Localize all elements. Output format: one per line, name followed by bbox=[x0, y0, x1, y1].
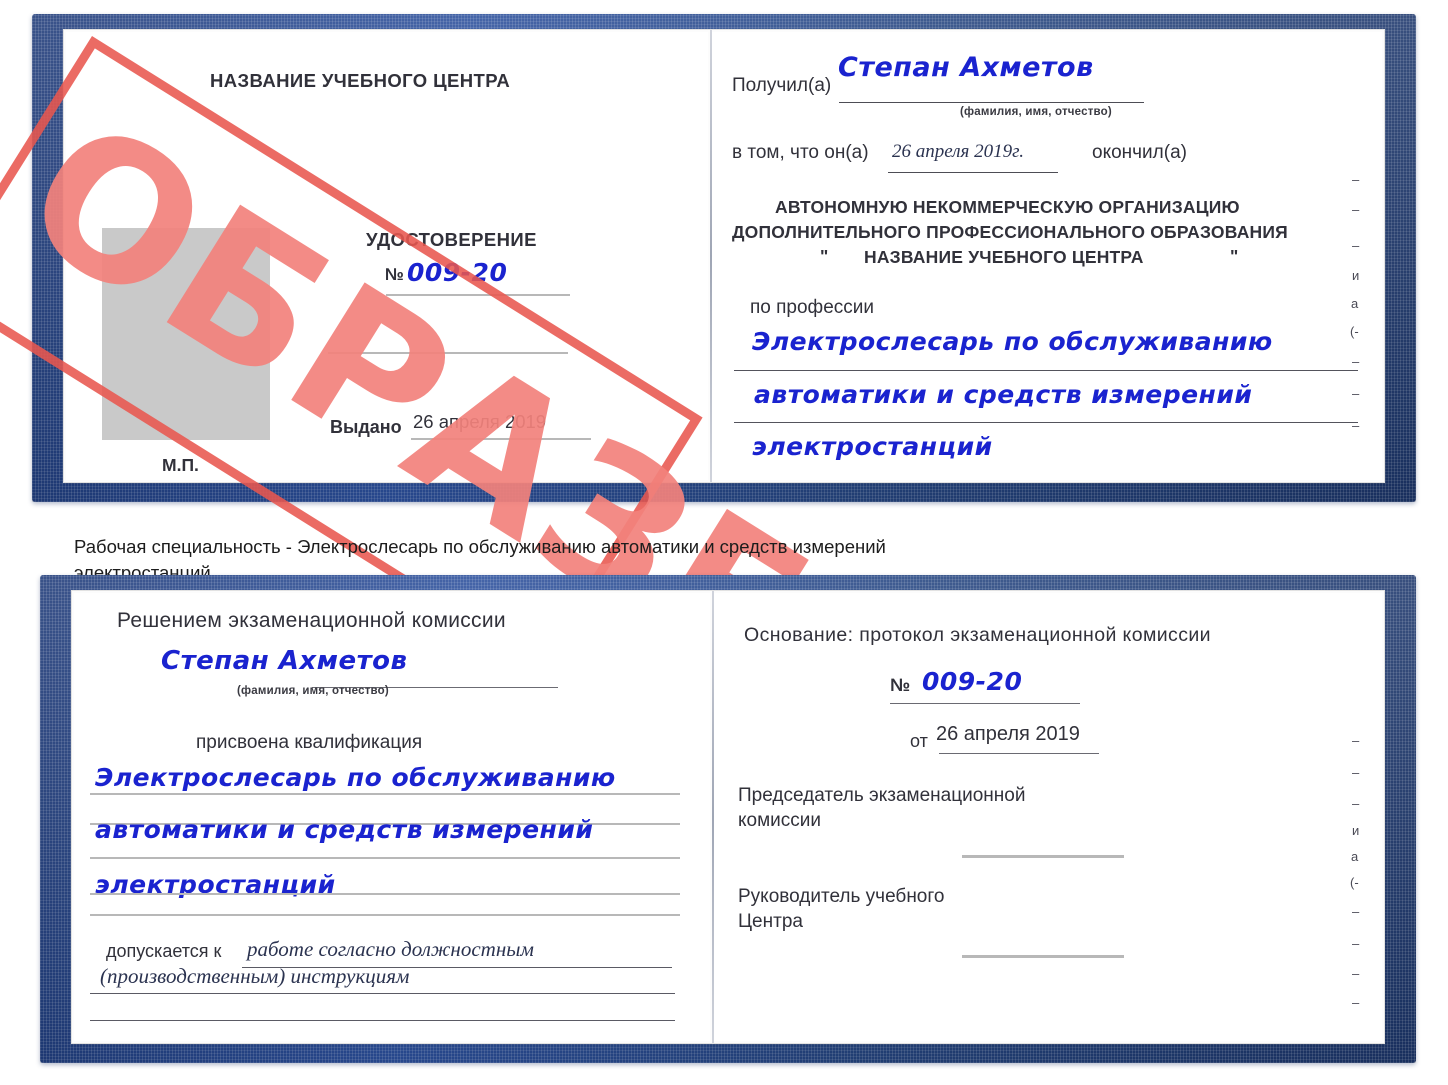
front-margin-mark-6: – bbox=[1352, 354, 1360, 369]
front-margin-mark-7: – bbox=[1352, 386, 1360, 401]
front-margin-mark-1: – bbox=[1352, 202, 1360, 217]
front-left-number-label: № bbox=[385, 265, 404, 284]
back-left-admitted-value1: работе согласно должностным bbox=[247, 937, 534, 961]
front-right-date-rule bbox=[888, 172, 1058, 173]
front-right-profession-line3: электростанций bbox=[752, 432, 993, 461]
front-right-received-label: Получил(а) bbox=[732, 75, 832, 96]
front-right-org-line2: ДОПОЛНИТЕЛЬНОГО ПРОФЕССИОНАЛЬНОГО ОБРАЗО… bbox=[732, 222, 1288, 242]
back-left-admitted-value2: (производственным) инструкциям bbox=[100, 964, 410, 988]
front-right-org-quote-open: " bbox=[820, 246, 829, 266]
back-margin-mark-6: – bbox=[1352, 904, 1360, 919]
back-left-qualification-line2: автоматики и средств измерений bbox=[95, 815, 594, 844]
front-left-issued-label: Выдано bbox=[330, 417, 402, 437]
front-margin-mark-0: – bbox=[1352, 172, 1360, 187]
back-margin-mark-8: – bbox=[1352, 966, 1360, 981]
front-right-received-rule bbox=[839, 102, 1144, 103]
front-left-center-name: НАЗВАНИЕ УЧЕБНОГО ЦЕНТРА bbox=[210, 70, 511, 91]
certificate-front-left-page: НАЗВАНИЕ УЧЕБНОГО ЦЕНТРА УДОСТОВЕРЕНИЕ №… bbox=[66, 32, 708, 480]
front-margin-mark-5: (- bbox=[1350, 324, 1359, 339]
back-margin-mark-4: а bbox=[1351, 849, 1359, 864]
front-margin-mark-8: – bbox=[1352, 418, 1360, 433]
front-right-profession-rule2 bbox=[734, 422, 1358, 423]
photo-placeholder bbox=[102, 228, 270, 440]
certificate-back-right-page: Основание: протокол экзаменационной коми… bbox=[714, 593, 1382, 1041]
front-left-blank-rule bbox=[328, 352, 568, 354]
back-left-fio-hint: (фамилия, имя, отчество) bbox=[237, 685, 389, 697]
back-margin-mark-2: – bbox=[1352, 796, 1360, 811]
back-right-number-value: 009-20 bbox=[922, 667, 1023, 696]
front-margin-mark-4: а bbox=[1351, 296, 1359, 311]
back-left-admitted-label: допускается к bbox=[106, 941, 222, 961]
back-right-head-line1: Руководитель учебного bbox=[738, 886, 945, 907]
back-left-admitted-rule-3 bbox=[90, 1020, 675, 1021]
front-right-org-line3: НАЗВАНИЕ УЧЕБНОГО ЦЕНТРА bbox=[864, 247, 1144, 267]
front-margin-mark-3: и bbox=[1352, 268, 1360, 283]
front-right-date-value: 26 апреля 2019г. bbox=[892, 141, 1024, 162]
caption-line-1: Рабочая специальность - Электрослесарь п… bbox=[74, 536, 886, 557]
back-left-name-value: Степан Ахметов bbox=[161, 646, 408, 676]
back-right-from-label: от bbox=[910, 731, 928, 751]
front-right-profession-line1: Электрослесарь по обслуживанию bbox=[752, 327, 1273, 356]
front-right-fio-hint: (фамилия, имя, отчество) bbox=[960, 106, 1112, 118]
back-right-from-value: 26 апреля 2019 bbox=[936, 723, 1080, 745]
back-right-number-rule bbox=[890, 703, 1080, 704]
front-left-number-value: 009-20 bbox=[407, 258, 508, 287]
screenshot-root: НАЗВАНИЕ УЧЕБНОГО ЦЕНТРА УДОСТОВЕРЕНИЕ №… bbox=[0, 0, 1448, 1085]
front-right-in-that-label: в том, что он(а) bbox=[732, 142, 869, 163]
back-margin-mark-7: – bbox=[1352, 936, 1360, 951]
front-left-issued-rule bbox=[411, 438, 591, 440]
back-right-chairman-line2: комиссии bbox=[738, 810, 821, 831]
back-margin-mark-1: – bbox=[1352, 765, 1360, 780]
back-margin-mark-5: (- bbox=[1350, 875, 1359, 890]
front-left-doc-type: УДОСТОВЕРЕНИЕ bbox=[366, 229, 537, 250]
back-right-chairman-sign-rule bbox=[962, 855, 1124, 858]
front-right-finished-label: окончил(а) bbox=[1092, 142, 1187, 163]
back-left-qualification-label: присвоена квалификация bbox=[196, 732, 423, 753]
back-right-head-line2: Центра bbox=[738, 911, 803, 932]
back-right-from-rule bbox=[939, 753, 1099, 754]
front-margin-mark-2: – bbox=[1352, 238, 1360, 253]
front-left-issued-value: 26 апреля 2019 bbox=[413, 411, 547, 432]
back-left-q-rule-1 bbox=[90, 793, 680, 795]
back-left-q-rule-4 bbox=[90, 893, 680, 895]
front-left-number-rule bbox=[386, 294, 570, 296]
back-margin-mark-9: – bbox=[1352, 995, 1360, 1010]
front-right-received-value: Степан Ахметов bbox=[838, 52, 1094, 83]
certificate-back-left-page: Решением экзаменационной комиссии Степан… bbox=[74, 593, 710, 1041]
back-left-admitted-rule-2 bbox=[90, 993, 675, 994]
back-margin-mark-3: и bbox=[1352, 823, 1360, 838]
front-right-org-line1: АВТОНОМНУЮ НЕКОММЕРЧЕСКУЮ ОРГАНИЗАЦИЮ bbox=[775, 197, 1240, 217]
front-right-profession-rule1 bbox=[734, 370, 1358, 371]
back-left-q-rule-5 bbox=[90, 914, 680, 916]
front-left-seal-label: М.П. bbox=[162, 455, 199, 475]
certificate-front-right-page: Получил(а) Степан Ахметов (фамилия, имя,… bbox=[712, 32, 1382, 480]
back-left-q-rule-3 bbox=[90, 857, 680, 859]
back-right-number-label: № bbox=[890, 675, 911, 695]
back-right-basis-label: Основание: протокол экзаменационной коми… bbox=[744, 624, 1211, 646]
back-left-qualification-line1: Электрослесарь по обслуживанию bbox=[95, 763, 616, 792]
back-left-heading: Решением экзаменационной комиссии bbox=[117, 609, 506, 632]
front-right-profession-label: по профессии bbox=[750, 297, 874, 318]
back-margin-mark-0: – bbox=[1352, 733, 1360, 748]
front-right-profession-line2: автоматики и средств измерений bbox=[754, 380, 1253, 409]
back-right-head-sign-rule bbox=[962, 955, 1124, 958]
front-right-org-quote-close: " bbox=[1230, 246, 1239, 266]
back-right-chairman-line1: Председатель экзаменационной bbox=[738, 785, 1026, 806]
